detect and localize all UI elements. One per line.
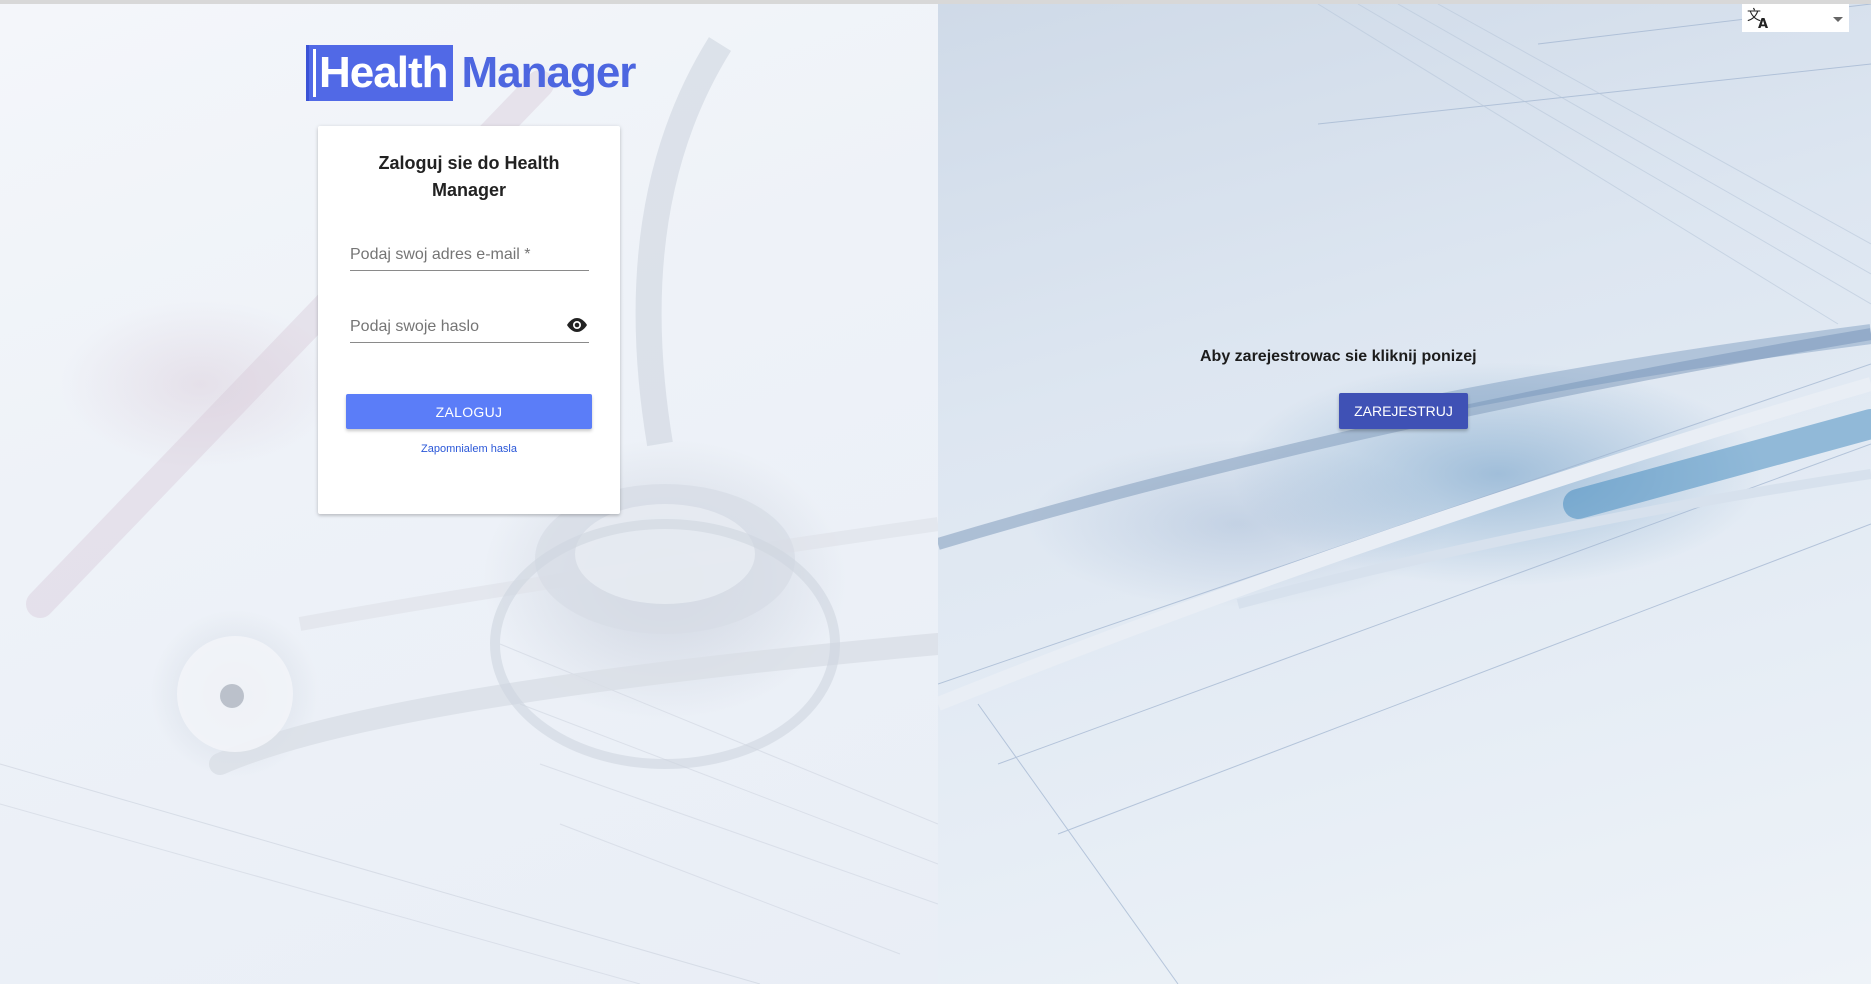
register-prompt: Aby zarejestrowac sie kliknij ponizej: [1200, 348, 1477, 365]
language-select[interactable]: 文 A: [1742, 4, 1849, 32]
password-field[interactable]: [350, 314, 550, 340]
background-right: [938, 4, 1871, 984]
login-button[interactable]: ZALOGUJ: [346, 394, 592, 429]
translate-icon: 文 A: [1747, 7, 1771, 34]
caret-down-icon: [1833, 17, 1843, 22]
email-field-container: [350, 240, 589, 271]
eye-icon[interactable]: [565, 315, 589, 335]
svg-text:A: A: [1758, 17, 1768, 29]
logo-boxed-text: Health: [306, 45, 454, 101]
password-field-container: [350, 312, 589, 343]
medical-form-illustration: [938, 4, 1871, 984]
login-card: Zaloguj sie do Health Manager: [318, 126, 620, 514]
forgot-password-link[interactable]: Zapomnialem hasla: [318, 443, 620, 455]
register-button[interactable]: ZAREJESTRUJ: [1339, 393, 1468, 429]
email-field[interactable]: [350, 242, 589, 268]
logo-text: Manager: [461, 48, 636, 97]
login-title: Zaloguj sie do Health Manager: [378, 153, 560, 200]
app-logo: Health Manager: [306, 44, 636, 102]
